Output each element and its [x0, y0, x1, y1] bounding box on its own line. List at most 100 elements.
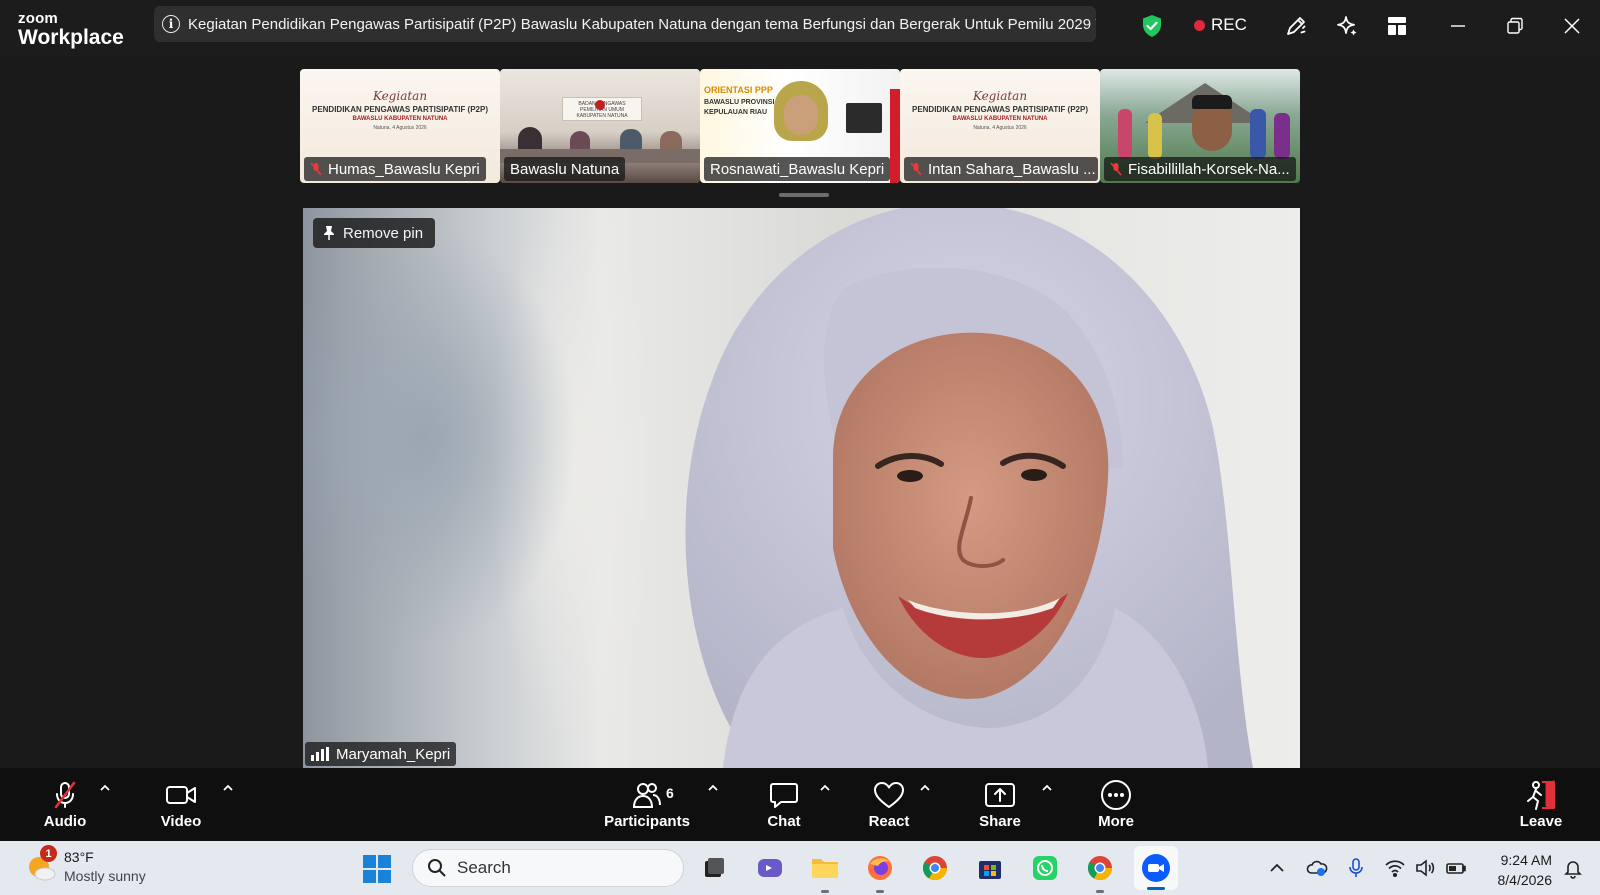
- slide-title: PENDIDIKAN PENGAWAS PARTISIPATIF (P2P): [311, 105, 488, 114]
- weather-widget[interactable]: 1 83°F Mostly sunny: [26, 845, 146, 886]
- notification-badge: 1: [40, 845, 57, 862]
- laptop-graphic: [846, 103, 882, 133]
- participant-name: Rosnawati_Bawaslu Kepri: [710, 160, 885, 178]
- orientasi-text: ORIENTASI PPP: [704, 85, 773, 95]
- participants-count: 6: [666, 785, 674, 801]
- meeting-topic-bar[interactable]: i Kegiatan Pendidikan Pengawas Partisipa…: [154, 6, 1096, 42]
- more-label: More: [1098, 813, 1134, 830]
- weather-temperature: 83°F: [64, 849, 94, 865]
- video-label: Video: [160, 813, 202, 830]
- orientasi-sub1: BAWASLU PROVINSI: [704, 99, 775, 106]
- ai-companion-sparkle-icon[interactable]: [1335, 14, 1359, 38]
- more-button[interactable]: More: [1094, 780, 1138, 830]
- orientasi-sub2: KEPULAUAN RIAU: [704, 109, 767, 116]
- meeting-control-bar: Audio Video Participants 6 Chat React Sh…: [0, 768, 1600, 841]
- close-icon[interactable]: [1560, 14, 1584, 38]
- battery-icon[interactable]: [1445, 857, 1467, 879]
- audio-options-chevron-up-icon[interactable]: [99, 782, 111, 794]
- whatsapp-icon[interactable]: [1028, 851, 1062, 885]
- slide-kegiatan: Kegiatan: [372, 89, 428, 103]
- pin-icon: [324, 226, 334, 240]
- react-button[interactable]: React: [866, 780, 912, 830]
- thumbnail-intan-sahara[interactable]: Kegiatan PENDIDIKAN PENGAWAS PARTISIPATI…: [900, 69, 1100, 183]
- slide-title: PENDIDIKAN PENGAWAS PARTISIPATIF (P2P): [911, 105, 1088, 114]
- search-placeholder: Search: [457, 858, 511, 877]
- participant-name: Bawaslu Natuna: [510, 160, 620, 178]
- share-options-chevron-up-icon[interactable]: [1041, 782, 1053, 794]
- participants-button[interactable]: Participants: [601, 780, 693, 830]
- minimize-icon[interactable]: [1446, 14, 1470, 38]
- firefox-icon[interactable]: [863, 851, 897, 893]
- audio-button[interactable]: Audio: [38, 780, 92, 830]
- thumbnail-humas-bawaslu-kepri[interactable]: Kegiatan PENDIDIKAN PENGAWAS PARTISIPATI…: [300, 69, 500, 183]
- chat-bubble-icon: [770, 783, 798, 808]
- leave-label: Leave: [1519, 813, 1563, 830]
- microsoft-store-icon[interactable]: [973, 851, 1007, 885]
- file-explorer-icon[interactable]: [808, 851, 842, 893]
- participant-nameplate: Rosnawati_Bawaslu Kepri: [704, 157, 891, 181]
- slide-kegiatan: Kegiatan: [972, 89, 1028, 103]
- recording-indicator[interactable]: REC: [1194, 15, 1247, 35]
- title-bar: zoom Workplace i Kegiatan Pendidikan Pen…: [0, 0, 1600, 56]
- bawaslu-emblem-icon: [595, 100, 605, 110]
- strip-resize-handle[interactable]: [779, 193, 829, 197]
- chat-label: Chat: [767, 813, 801, 830]
- participant-name: Humas_Bawaslu Kepri: [328, 160, 480, 178]
- search-icon: [428, 859, 446, 877]
- leave-button[interactable]: Leave: [1516, 780, 1566, 830]
- encryption-shield-icon[interactable]: [1141, 14, 1163, 38]
- wifi-icon[interactable]: [1384, 857, 1406, 879]
- chrome-icon[interactable]: [918, 851, 952, 885]
- person-figure: [1250, 109, 1266, 159]
- zoom-app-icon[interactable]: [1134, 846, 1178, 890]
- thumbnail-fisabillillah[interactable]: Fisabillillah-Korsek-Na...: [1100, 69, 1300, 183]
- chrome-profile-icon[interactable]: [1083, 851, 1117, 893]
- microphone-in-use-icon[interactable]: [1345, 857, 1367, 879]
- pinned-speaker-video[interactable]: Remove pin Maryamah_Kepri: [303, 208, 1300, 768]
- teams-meet-icon[interactable]: [753, 851, 787, 885]
- logo-zoom-text: zoom: [18, 10, 58, 27]
- signal-bars-icon: [311, 747, 329, 761]
- info-icon[interactable]: i: [162, 15, 180, 33]
- meeting-topic-text: Kegiatan Pendidikan Pengawas Partisipati…: [188, 15, 1096, 33]
- show-hidden-icons-chevron-up-icon[interactable]: [1266, 857, 1288, 879]
- participants-label: Participants: [604, 813, 690, 830]
- chat-options-chevron-up-icon[interactable]: [819, 782, 831, 794]
- thumbnail-bawaslu-natuna[interactable]: BADAN PENGAWAS PEMILIHAN UMUM KABUPATEN …: [500, 69, 700, 183]
- rec-label: REC: [1211, 15, 1247, 34]
- participant-nameplate: Bawaslu Natuna: [504, 157, 626, 181]
- participant-cap: [1192, 95, 1232, 109]
- participants-options-chevron-up-icon[interactable]: [707, 782, 719, 794]
- participants-icon: [632, 783, 661, 808]
- react-options-chevron-up-icon[interactable]: [919, 782, 931, 794]
- remove-pin-button[interactable]: Remove pin: [313, 218, 436, 248]
- task-view-icon[interactable]: [696, 851, 730, 885]
- windows-start-icon[interactable]: [362, 854, 392, 884]
- participant-nameplate: Intan Sahara_Bawaslu ...: [904, 157, 1098, 181]
- person-figure: [1118, 109, 1132, 159]
- speaker-person-image: [685, 208, 1253, 768]
- slide-date: Natuna, 4 Agustus 2026: [373, 125, 427, 131]
- view-layout-icon[interactable]: [1385, 14, 1409, 38]
- slide-date: Natuna, 4 Agustus 2026: [973, 125, 1027, 131]
- volume-speaker-icon[interactable]: [1414, 857, 1436, 879]
- participant-name: Fisabillillah-Korsek-Na...: [1128, 160, 1290, 178]
- annotate-pen-icon[interactable]: [1284, 14, 1308, 38]
- system-clock[interactable]: 9:24 AM 8/4/2026: [1480, 850, 1553, 890]
- leave-exit-icon: [1527, 780, 1555, 810]
- thumbnail-rosnawati[interactable]: ORIENTASI PPP BAWASLU PROVINSI KEPULAUAN…: [700, 69, 900, 183]
- share-button[interactable]: Share: [977, 780, 1023, 830]
- restore-icon[interactable]: [1503, 14, 1527, 38]
- video-camera-icon: [166, 786, 196, 804]
- notification-bell-icon[interactable]: [1562, 857, 1584, 879]
- taskbar-search-box[interactable]: Search: [412, 849, 684, 887]
- video-options-chevron-up-icon[interactable]: [222, 782, 234, 794]
- windows-taskbar: 1 83°F Mostly sunny Search 9:24 AM 8/4/2…: [0, 841, 1600, 895]
- clock-date: 8/4/2026: [1497, 872, 1553, 888]
- person-figure: [1148, 113, 1162, 159]
- onedrive-cloud-icon[interactable]: [1306, 857, 1328, 879]
- chat-button[interactable]: Chat: [764, 780, 804, 830]
- participant-name: Intan Sahara_Bawaslu ...: [928, 160, 1096, 178]
- video-button[interactable]: Video: [154, 780, 208, 830]
- slide-subtitle: BAWASLU KABUPATEN NATUNA: [352, 116, 448, 122]
